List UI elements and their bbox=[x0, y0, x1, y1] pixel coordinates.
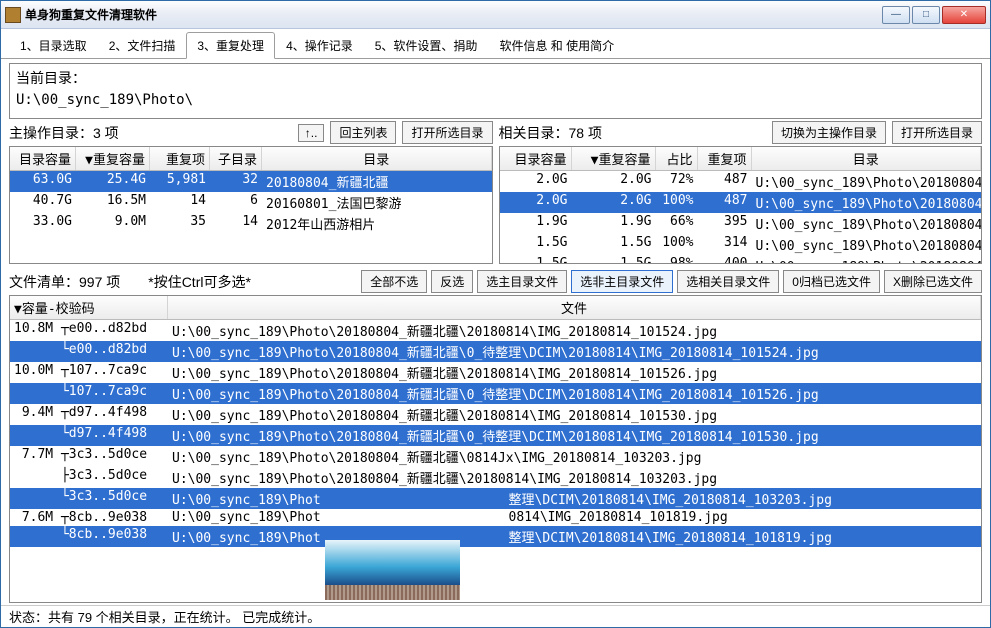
file-row[interactable]: 7.6M ┬8cb..9e038U:\00_sync_189\Phot 0814… bbox=[10, 509, 981, 526]
table-row[interactable]: 2.0G2.0G72%487U:\00_sync_189\Photo\20180… bbox=[500, 171, 982, 192]
table-row[interactable]: 1.5G1.5G100%314U:\00_sync_189\Photo\2018… bbox=[500, 234, 982, 255]
app-icon bbox=[5, 7, 21, 23]
filelist-btn-2[interactable]: 选主目录文件 bbox=[477, 270, 567, 293]
tab-bar: 1、目录选取2、文件扫描3、重复处理4、操作记录5、软件设置、捐助软件信息 和 … bbox=[1, 29, 990, 59]
related-dir-panel: 相关目录：78 项 切换为主操作目录 打开所选目录 目录容量▼重复容量占比重复项… bbox=[499, 121, 983, 264]
table-row[interactable]: 2.0G2.0G100%487U:\00_sync_189\Photo\2018… bbox=[500, 192, 982, 213]
tab-0[interactable]: 1、目录选取 bbox=[9, 32, 98, 58]
col-header[interactable]: 目录 bbox=[752, 147, 982, 170]
status-bar: 状态：共有 79 个相关目录，正在统计。 已完成统计。 bbox=[1, 605, 990, 627]
file-row[interactable]: ├3c3..5d0ceU:\00_sync_189\Photo\20180804… bbox=[10, 467, 981, 488]
tab-4[interactable]: 5、软件设置、捐助 bbox=[364, 32, 489, 58]
col-header[interactable]: ▼容量-校验码 bbox=[10, 296, 168, 319]
titlebar[interactable]: 单身狗重复文件清理软件 — □ ✕ bbox=[1, 1, 990, 29]
table-row[interactable]: 1.5G1.5G98%400U:\00_sync_189\Photo\20180… bbox=[500, 255, 982, 264]
filelist-btn-5[interactable]: 0归档已选文件 bbox=[783, 270, 880, 293]
table-row[interactable]: 1.9G1.9G66%395U:\00_sync_189\Photo\20180… bbox=[500, 213, 982, 234]
col-header[interactable]: 占比 bbox=[656, 147, 698, 170]
filelist-btn-4[interactable]: 选相关目录文件 bbox=[677, 270, 779, 293]
file-row[interactable]: └e00..d82bdU:\00_sync_189\Photo\20180804… bbox=[10, 341, 981, 362]
tab-2[interactable]: 3、重复处理 bbox=[186, 32, 275, 59]
app-window: 单身狗重复文件清理软件 — □ ✕ 1、目录选取2、文件扫描3、重复处理4、操作… bbox=[0, 0, 991, 628]
main-dir-panel: 主操作目录：3 项 ↑.. 回主列表 打开所选目录 目录容量▼重复容量重复项子目… bbox=[9, 121, 493, 264]
file-row[interactable]: └8cb..9e038U:\00_sync_189\Phot 整理\DCIM\2… bbox=[10, 526, 981, 547]
current-dir-path: U:\00_sync_189\Photo\ bbox=[16, 92, 975, 108]
col-header[interactable]: 目录 bbox=[262, 147, 492, 170]
file-row[interactable]: 10.0M ┬107..7ca9cU:\00_sync_189\Photo\20… bbox=[10, 362, 981, 383]
preview-thumbnail bbox=[325, 540, 460, 600]
current-dir-box: 当前目录： U:\00_sync_189\Photo\ bbox=[9, 63, 982, 119]
file-row[interactable]: └d97..4f498U:\00_sync_189\Photo\20180804… bbox=[10, 425, 981, 446]
col-header[interactable]: 子目录 bbox=[210, 147, 262, 170]
filelist-table[interactable]: ▼容量-校验码文件10.8M ┬e00..d82bdU:\00_sync_189… bbox=[9, 295, 982, 603]
minimize-button[interactable]: — bbox=[882, 6, 910, 24]
related-dir-title: 相关目录：78 项 bbox=[499, 123, 602, 143]
file-row[interactable]: 9.4M ┬d97..4f498U:\00_sync_189\Photo\201… bbox=[10, 404, 981, 425]
file-row[interactable]: 10.8M ┬e00..d82bdU:\00_sync_189\Photo\20… bbox=[10, 320, 981, 341]
filelist-btn-1[interactable]: 反选 bbox=[431, 270, 473, 293]
close-button[interactable]: ✕ bbox=[942, 6, 986, 24]
tab-1[interactable]: 2、文件扫描 bbox=[98, 32, 187, 58]
main-dir-title: 主操作目录：3 项 bbox=[9, 123, 119, 143]
filelist-hint: *按住Ctrl可多选* bbox=[148, 272, 251, 292]
col-header[interactable]: 文件 bbox=[168, 296, 981, 319]
col-header[interactable]: 目录容量 bbox=[500, 147, 572, 170]
back-main-list-button[interactable]: 回主列表 bbox=[330, 121, 396, 144]
file-row[interactable]: └3c3..5d0ceU:\00_sync_189\Phot 整理\DCIM\2… bbox=[10, 488, 981, 509]
table-row[interactable]: 33.0G9.0M35142012年山西游相片 bbox=[10, 213, 492, 234]
col-header[interactable]: ▼重复容量 bbox=[76, 147, 150, 170]
maximize-button[interactable]: □ bbox=[912, 6, 940, 24]
filelist-btn-3[interactable]: 选非主目录文件 bbox=[571, 270, 673, 293]
table-row[interactable]: 63.0G25.4G5,9813220180804_新疆北疆 bbox=[10, 171, 492, 192]
col-header[interactable]: 目录容量 bbox=[10, 147, 76, 170]
col-header[interactable]: ▼重复容量 bbox=[572, 147, 656, 170]
filelist-toolbar: 文件清单：997 项 *按住Ctrl可多选* 全部不选反选选主目录文件选非主目录… bbox=[9, 270, 982, 293]
col-header[interactable]: 重复项 bbox=[698, 147, 752, 170]
filelist-title: 文件清单：997 项 bbox=[9, 272, 120, 292]
open-main-dir-button[interactable]: 打开所选目录 bbox=[402, 121, 492, 144]
tab-3[interactable]: 4、操作记录 bbox=[275, 32, 364, 58]
switch-to-main-button[interactable]: 切换为主操作目录 bbox=[772, 121, 886, 144]
table-row[interactable]: 40.7G16.5M14620160801_法国巴黎游 bbox=[10, 192, 492, 213]
open-related-dir-button[interactable]: 打开所选目录 bbox=[892, 121, 982, 144]
main-dir-table[interactable]: 目录容量▼重复容量重复项子目录目录63.0G25.4G5,98132201808… bbox=[9, 146, 493, 264]
file-row[interactable]: 7.7M ┬3c3..5d0ceU:\00_sync_189\Photo\201… bbox=[10, 446, 981, 467]
tab-5[interactable]: 软件信息 和 使用简介 bbox=[488, 32, 625, 58]
file-row[interactable]: └107..7ca9cU:\00_sync_189\Photo\20180804… bbox=[10, 383, 981, 404]
related-dir-table[interactable]: 目录容量▼重复容量占比重复项目录2.0G2.0G72%487U:\00_sync… bbox=[499, 146, 983, 264]
filelist-btn-0[interactable]: 全部不选 bbox=[361, 270, 427, 293]
window-title: 单身狗重复文件清理软件 bbox=[25, 6, 882, 23]
filelist-btn-6[interactable]: X删除已选文件 bbox=[884, 270, 982, 293]
col-header[interactable]: 重复项 bbox=[150, 147, 210, 170]
up-button[interactable]: ↑.. bbox=[298, 124, 325, 142]
current-dir-label: 当前目录： bbox=[16, 68, 975, 88]
